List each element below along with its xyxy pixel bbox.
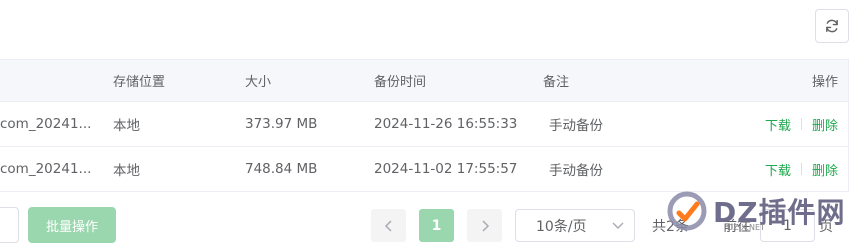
backup-note: 手动备份	[549, 163, 603, 179]
page-size-select[interactable]: 10条/页	[515, 209, 635, 242]
row-actions: 下载 删除	[765, 102, 838, 146]
delete-link[interactable]: 删除	[812, 160, 838, 179]
backup-time: 2024-11-26 16:55:33	[374, 116, 518, 132]
col-time-header: 备份时间	[374, 75, 427, 90]
watermark-subtext: DZ-X.NET	[727, 223, 765, 232]
col-size-header: 大小	[245, 75, 272, 90]
backup-size: 373.97 MB	[245, 116, 318, 132]
table-row: com_20241... 本地 373.97 MB 2024-11-26 16:…	[0, 102, 848, 147]
next-page-button[interactable]	[467, 209, 502, 242]
col-location-header: 存储位置	[113, 75, 166, 90]
table-header: 存储位置 大小 备份时间 备注 操作	[0, 60, 848, 102]
col-note-header: 备注	[543, 75, 570, 90]
delete-link[interactable]: 删除	[812, 115, 838, 134]
batch-action-button[interactable]: 批量操作	[28, 207, 116, 243]
backup-size: 748.84 MB	[245, 161, 318, 177]
backup-time: 2024-11-02 17:55:57	[374, 161, 518, 177]
download-link[interactable]: 下载	[765, 115, 791, 134]
chevron-right-icon	[481, 219, 489, 232]
backup-table: 存储位置 大小 备份时间 备注 操作 com_20241... 本地 373.9…	[0, 59, 849, 192]
action-divider	[800, 163, 802, 175]
watermark-badge-icon	[667, 191, 707, 231]
prev-page-button[interactable]	[371, 209, 406, 242]
action-divider	[800, 118, 802, 130]
refresh-button[interactable]	[815, 9, 849, 43]
refresh-icon	[826, 19, 838, 33]
chevron-left-icon	[384, 219, 392, 232]
backup-location: 本地	[113, 118, 140, 134]
backup-location: 本地	[113, 163, 140, 179]
backup-note: 手动备份	[549, 118, 603, 134]
chevron-down-icon	[612, 222, 624, 229]
download-link[interactable]: 下载	[765, 160, 791, 179]
page-size-value: 10条/页	[536, 218, 587, 235]
bulk-select-dropdown[interactable]	[0, 207, 19, 243]
col-ops-header: 操作	[811, 75, 838, 90]
page-number-current[interactable]: 1	[419, 209, 454, 242]
backup-filename: com_20241...	[0, 161, 92, 177]
backup-filename: com_20241...	[0, 116, 92, 132]
watermark-logo: DZ插件网 DZ-X.NET	[667, 181, 847, 241]
